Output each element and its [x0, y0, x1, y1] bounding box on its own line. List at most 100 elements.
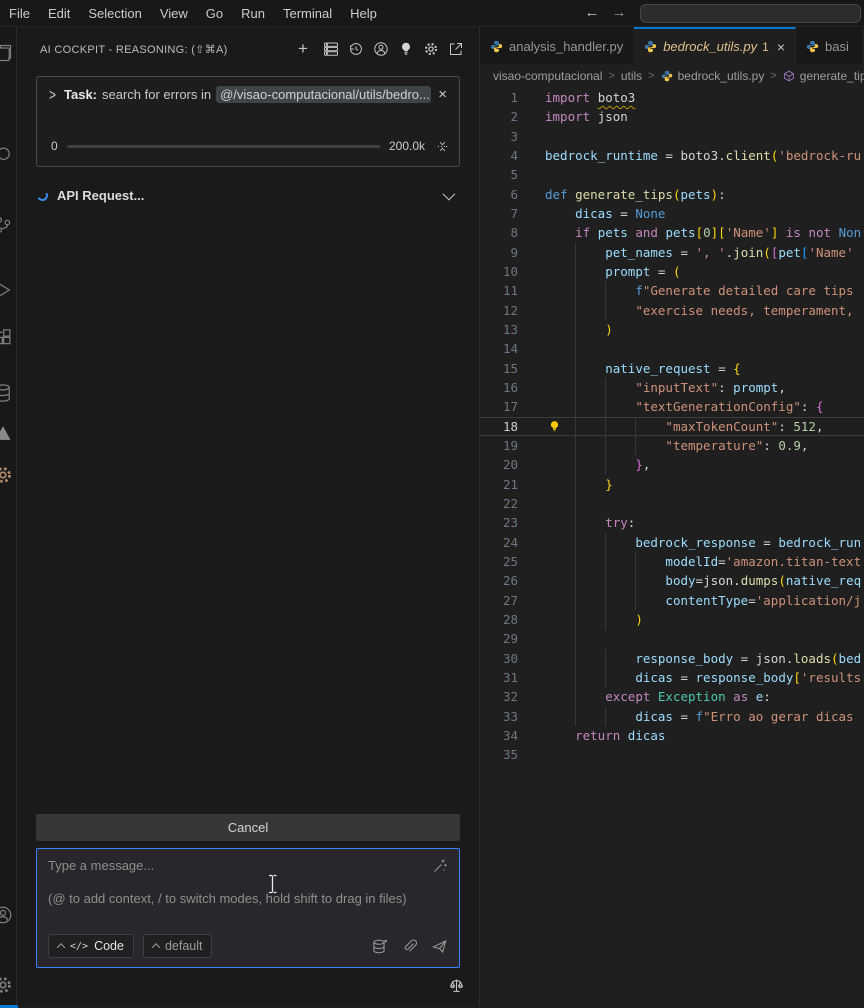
code-line[interactable]: 34 return dicas [480, 726, 864, 745]
code-line[interactable]: 4bedrock_runtime = boto3.client('bedrock… [480, 146, 864, 165]
code-line[interactable]: 28 ) [480, 610, 864, 629]
nav-back-icon[interactable]: ← [581, 0, 603, 26]
code-line[interactable]: 8 if pets and pets[0]['Name'] is not Non [480, 223, 864, 242]
code-line[interactable]: 6def generate_tips(pets): [480, 185, 864, 204]
breadcrumb-folder[interactable]: visao-computacional [493, 69, 602, 83]
tab-basic[interactable]: basi [796, 27, 864, 64]
breadcrumb-folder[interactable]: utils [621, 69, 642, 83]
code-line[interactable]: 11 f"Generate detailed care tips [480, 281, 864, 300]
tab-analysis-handler[interactable]: analysis_handler.py [480, 27, 634, 64]
new-task-icon[interactable]: + [298, 41, 314, 57]
code-line[interactable]: 22 [480, 494, 864, 513]
chevron-down-icon[interactable] [443, 187, 456, 200]
code-line[interactable]: 24 bedrock_response = bedrock_run [480, 533, 864, 552]
python-file-icon [806, 40, 819, 53]
breadcrumb-symbol[interactable]: generate_tips [800, 69, 864, 83]
context-min-label: 0 [51, 139, 58, 153]
code-line[interactable]: 35 [480, 745, 864, 764]
menu-view[interactable]: View [151, 0, 197, 27]
code-line[interactable]: 15 native_request = { [480, 359, 864, 378]
ai-triangle-icon[interactable] [0, 423, 13, 443]
cockpit-gear-icon[interactable] [0, 465, 13, 485]
menu-go[interactable]: Go [197, 0, 232, 27]
collapse-context-icon[interactable] [436, 140, 449, 153]
close-tab-icon[interactable]: × [777, 39, 785, 55]
python-file-icon [644, 40, 657, 53]
menu-selection[interactable]: Selection [79, 0, 150, 27]
menu-run[interactable]: Run [232, 0, 274, 27]
code-text: if pets and pets[0]['Name'] is not Non [545, 223, 861, 242]
code-line[interactable]: 9 pet_names = ', '.join([pet['Name' [480, 243, 864, 262]
code-line[interactable]: 30 response_body = json.loads(bed [480, 649, 864, 668]
code-text: return dicas [545, 726, 665, 745]
settings-gear-icon[interactable] [423, 41, 439, 57]
code-line[interactable]: 20 }, [480, 455, 864, 474]
breadcrumb-file[interactable]: bedrock_utils.py [678, 69, 765, 83]
menu-edit[interactable]: Edit [39, 0, 79, 27]
code-line[interactable]: 23 try: [480, 513, 864, 532]
history-icon[interactable] [348, 41, 364, 57]
account-icon[interactable] [0, 905, 13, 925]
code-line[interactable]: 2import json [480, 107, 864, 126]
menu-help[interactable]: Help [341, 0, 386, 27]
open-in-editor-icon[interactable] [448, 41, 464, 57]
code-line[interactable]: 18 "maxTokenCount": 512, [480, 417, 864, 436]
code-area[interactable]: 1import boto32import json34bedrock_runti… [480, 88, 864, 1008]
command-center-searchbox[interactable] [640, 4, 861, 23]
mode-selector-button[interactable]: </> Code [48, 934, 134, 958]
source-control-icon[interactable] [0, 215, 13, 235]
code-line[interactable]: 25 modelId='amazon.titan-text [480, 552, 864, 571]
database-icon[interactable] [0, 383, 13, 403]
menu-terminal[interactable]: Terminal [274, 0, 341, 27]
code-line[interactable]: 1import boto3 [480, 88, 864, 107]
code-line[interactable]: 13 ) [480, 320, 864, 339]
task-card[interactable]: > Task: search for errors in @/visao-com… [36, 76, 460, 167]
scales-icon[interactable] [448, 977, 465, 994]
code-line[interactable]: 32 except Exception as e: [480, 687, 864, 706]
code-line[interactable]: 21 } [480, 475, 864, 494]
search-input[interactable] [641, 6, 860, 23]
code-line[interactable]: 31 dicas = response_body['results [480, 668, 864, 687]
explorer-icon[interactable] [0, 43, 13, 63]
panel-actions: + [298, 38, 464, 60]
settings-gear-icon[interactable] [0, 975, 13, 995]
code-line[interactable]: 33 dicas = f"Erro ao gerar dicas [480, 707, 864, 726]
code-line[interactable]: 10 prompt = ( [480, 262, 864, 281]
context-database-icon[interactable] [371, 938, 388, 955]
mcp-servers-icon[interactable] [323, 41, 339, 57]
context-window-slider[interactable] [67, 145, 380, 148]
enhance-prompt-icon[interactable] [432, 858, 448, 874]
api-request-row[interactable]: API Request... [36, 184, 460, 206]
run-debug-icon[interactable] [0, 280, 13, 300]
send-icon[interactable] [431, 938, 448, 955]
task-close-icon[interactable]: × [434, 86, 451, 103]
tab-bedrock-utils[interactable]: bedrock_utils.py 1 × [634, 27, 796, 64]
code-line[interactable]: 3 [480, 127, 864, 146]
cancel-button[interactable]: Cancel [36, 814, 460, 841]
search-icon[interactable] [0, 145, 13, 165]
account-icon[interactable] [373, 41, 389, 57]
code-line[interactable]: 19 "temperature": 0.9, [480, 436, 864, 455]
mode-label: Code [94, 939, 124, 953]
code-line[interactable]: 29 [480, 629, 864, 648]
code-line[interactable]: 7 dicas = None [480, 204, 864, 223]
code-line[interactable]: 27 contentType='application/j [480, 591, 864, 610]
code-line[interactable]: 16 "inputText": prompt, [480, 378, 864, 397]
extensions-icon[interactable] [0, 328, 13, 348]
code-line[interactable]: 12 "exercise needs, temperament, [480, 301, 864, 320]
lightbulb-icon[interactable] [398, 41, 414, 57]
line-number: 12 [480, 301, 518, 320]
code-line[interactable]: 5 [480, 165, 864, 184]
code-line[interactable]: 14 [480, 339, 864, 358]
message-input[interactable]: Type a message... (@ to add context, / t… [36, 848, 460, 968]
code-line[interactable]: 26 body=json.dumps(native_req [480, 571, 864, 590]
task-expand-icon[interactable]: > [49, 86, 56, 103]
attach-paperclip-icon[interactable] [401, 938, 418, 955]
profile-selector-button[interactable]: default [143, 934, 213, 958]
code-text: response_body = json.loads(bed [545, 649, 861, 668]
code-text: "textGenerationConfig": { [545, 397, 823, 416]
nav-forward-icon[interactable]: → [608, 0, 630, 26]
code-line[interactable]: 17 "textGenerationConfig": { [480, 397, 864, 416]
menu-file[interactable]: File [0, 0, 39, 27]
lightbulb-quickfix-icon[interactable] [548, 420, 561, 433]
